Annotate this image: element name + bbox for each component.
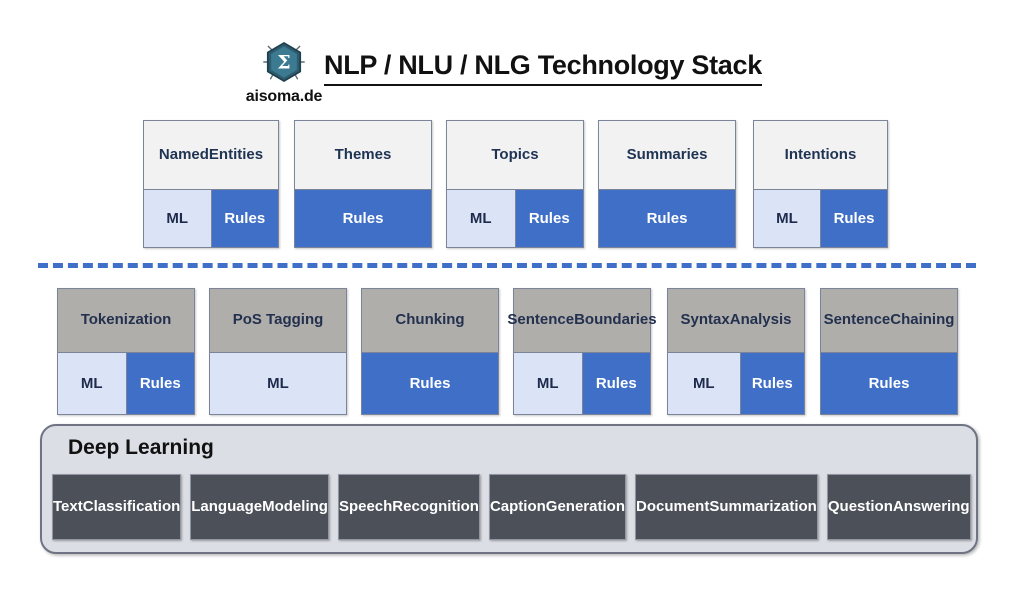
stack-card-title: Intentions — [754, 121, 887, 189]
segment-ml: ML — [754, 190, 820, 247]
stack-card-title: Themes — [295, 121, 431, 189]
stack-card: Tokenization ML Rules — [57, 288, 195, 415]
header: Σ aisoma.de NLP / NLU / NLG Technology S… — [0, 0, 1024, 118]
deep-learning-item: Caption Generation — [488, 474, 626, 540]
segment-ml: ML — [514, 353, 582, 414]
stack-card-segments: ML Rules — [514, 352, 650, 414]
segment-rules: Rules — [514, 190, 583, 247]
page-title: NLP / NLU / NLG Technology Stack — [324, 50, 762, 86]
stack-card: Summaries Rules — [598, 120, 736, 248]
stack-card: PoS Tagging ML — [209, 288, 347, 415]
stack-card-segments: ML Rules — [754, 189, 887, 247]
stack-card-segments: Rules — [599, 189, 735, 247]
deep-learning-item: Document Summarization — [634, 474, 818, 540]
stack-card-segments: ML — [210, 352, 346, 414]
stack-card-segments: Rules — [362, 352, 498, 414]
segment-rules: Rules — [821, 353, 957, 414]
segment-ml: ML — [668, 353, 740, 414]
dashed-divider — [38, 263, 976, 268]
segment-rules: Rules — [125, 353, 194, 414]
stack-card: Chunking Rules — [361, 288, 499, 415]
segment-rules: Rules — [362, 353, 498, 414]
stack-card-segments: ML Rules — [668, 352, 804, 414]
stack-card: Sentence Boundaries ML Rules — [507, 288, 657, 415]
stack-card: Themes Rules — [294, 120, 432, 248]
stack-card-title: Summaries — [599, 121, 735, 189]
svg-text:Σ: Σ — [277, 52, 290, 74]
stack-card-segments: ML Rules — [58, 352, 194, 414]
deep-learning-item: Speech Recognition — [337, 474, 480, 540]
segment-rules: Rules — [599, 190, 735, 247]
deep-learning-item: Text Classification — [52, 474, 182, 540]
brand-name: aisoma.de — [245, 88, 323, 105]
stack-card-title: Chunking — [362, 289, 498, 352]
stack-card-segments: Rules — [295, 189, 431, 247]
deep-learning-item: Language Modeling — [190, 474, 329, 540]
deep-learning-panel: Deep Learning Text Classification Language… — [40, 424, 978, 554]
stack-card: Syntax Analysis ML Rules — [667, 288, 805, 415]
brand-logo: Σ aisoma.de — [236, 34, 332, 112]
stack-card-segments: ML Rules — [447, 189, 583, 247]
stack-card-title: Syntax Analysis — [668, 289, 804, 352]
stack-card-segments: Rules — [821, 352, 957, 414]
hexagon-sigma-logo-icon: Σ — [263, 41, 305, 83]
stack-card: Intentions ML Rules — [753, 120, 888, 248]
segment-rules: Rules — [739, 353, 804, 414]
stack-card-title: Tokenization — [58, 289, 194, 352]
stack-card-title: Named Entities — [144, 121, 278, 189]
segment-rules: Rules — [820, 190, 887, 247]
stack-card-title: PoS Tagging — [210, 289, 346, 352]
stack-card-title: Topics — [447, 121, 583, 189]
segment-ml: ML — [144, 190, 211, 247]
deep-learning-item-list: Text Classification Language Modeling Speech… — [52, 474, 971, 540]
segment-rules: Rules — [581, 353, 650, 414]
segment-rules: Rules — [210, 190, 278, 247]
stack-card: Sentence Chaining Rules — [820, 288, 958, 415]
stack-card-title: Sentence Boundaries — [507, 289, 657, 352]
segment-ml: ML — [447, 190, 515, 247]
deep-learning-item: Question Answering — [826, 474, 971, 540]
deep-learning-title: Deep Learning — [68, 436, 214, 459]
segment-ml: ML — [58, 353, 126, 414]
stack-card-title: Sentence Chaining — [821, 289, 957, 352]
stack-card-segments: ML Rules — [144, 189, 278, 247]
stack-card: Topics ML Rules — [446, 120, 584, 248]
segment-rules: Rules — [295, 190, 431, 247]
segment-ml: ML — [210, 353, 346, 414]
stack-card: Named Entities ML Rules — [143, 120, 279, 248]
